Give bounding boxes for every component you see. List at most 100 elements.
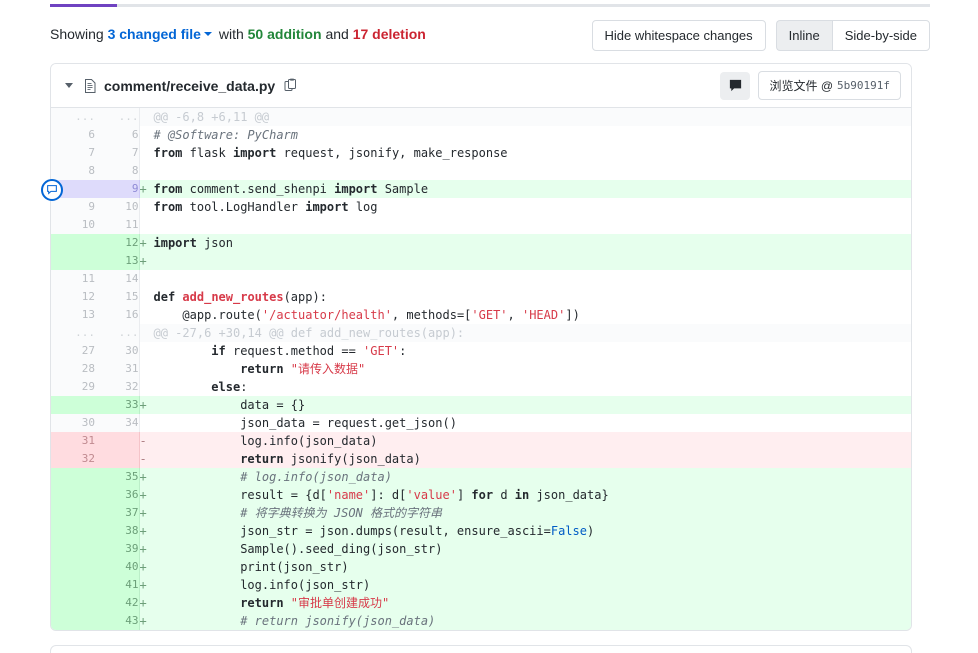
diff-line-content[interactable]: + from comment.send_shenpi import Sample: [139, 180, 911, 198]
line-number-old[interactable]: [51, 558, 95, 576]
line-number-old[interactable]: [51, 504, 95, 522]
line-number-old[interactable]: 27: [51, 342, 95, 360]
line-number-old[interactable]: [51, 486, 95, 504]
line-number-old[interactable]: 28: [51, 360, 95, 378]
line-number-old[interactable]: [51, 540, 95, 558]
hide-whitespace-button[interactable]: Hide whitespace changes: [591, 20, 766, 51]
inline-view-button[interactable]: Inline: [775, 20, 832, 51]
line-number-new[interactable]: 16: [95, 306, 140, 324]
line-number-old[interactable]: ...: [51, 108, 95, 126]
diff-line-content[interactable]: + data = {}: [139, 396, 911, 414]
line-number-new[interactable]: 30: [95, 342, 140, 360]
diff-line-add[interactable]: 40 + print(json_str): [51, 558, 911, 576]
diff-line-content[interactable]: @@ -6,8 +6,11 @@: [139, 108, 911, 126]
line-number-new[interactable]: 37: [95, 504, 140, 522]
diff-line-ctx[interactable]: 11 14: [51, 270, 911, 288]
diff-line-content[interactable]: if request.method == 'GET':: [139, 342, 911, 360]
diff-line-ctx[interactable]: 30 34 json_data = request.get_json(): [51, 414, 911, 432]
diff-line-content[interactable]: + # 将字典转换为 JSON 格式的字符串: [139, 504, 911, 522]
diff-line-content[interactable]: from tool.LogHandler import log: [139, 198, 911, 216]
line-number-old[interactable]: 29: [51, 378, 95, 396]
line-number-old[interactable]: 10: [51, 216, 95, 234]
line-number-old[interactable]: 30: [51, 414, 95, 432]
line-number-new[interactable]: 38: [95, 522, 140, 540]
line-number-new[interactable]: 35: [95, 468, 140, 486]
diff-line-content[interactable]: from flask import request, jsonify, make…: [139, 144, 911, 162]
diff-line-content[interactable]: + json_str = json.dumps(result, ensure_a…: [139, 522, 911, 540]
line-number-old[interactable]: [51, 522, 95, 540]
diff-line-content[interactable]: [139, 216, 911, 234]
line-number-new[interactable]: 39: [95, 540, 140, 558]
inline-comment-marker[interactable]: [41, 179, 63, 201]
diff-line-content[interactable]: + import json: [139, 234, 911, 252]
line-number-old[interactable]: 8: [51, 162, 95, 180]
line-number-old[interactable]: 32: [51, 450, 95, 468]
diff-line-ctx[interactable]: 10 11: [51, 216, 911, 234]
diff-line-content[interactable]: return "请传入数据": [139, 360, 911, 378]
diff-line-add[interactable]: 35 + # log.info(json_data): [51, 468, 911, 486]
line-number-new[interactable]: 14: [95, 270, 140, 288]
line-number-old[interactable]: 7: [51, 144, 95, 162]
diff-line-content[interactable]: - log.info(json_data): [139, 432, 911, 450]
browse-files-button[interactable]: 浏览文件 @ 5b90191f: [758, 71, 901, 100]
diff-line-ctx[interactable]: 6 6 # @Software: PyCharm: [51, 126, 911, 144]
diff-line-ctx[interactable]: 28 31 return "请传入数据": [51, 360, 911, 378]
diff-line-content[interactable]: [139, 270, 911, 288]
diff-line-ctx[interactable]: 29 32 else:: [51, 378, 911, 396]
line-number-old[interactable]: 9: [51, 198, 95, 216]
diff-line-add[interactable]: 36 + result = {d['name']: d['value'] for …: [51, 486, 911, 504]
line-number-new[interactable]: 33: [95, 396, 140, 414]
line-number-old[interactable]: [51, 612, 95, 630]
line-number-new[interactable]: 40: [95, 558, 140, 576]
line-number-new[interactable]: 7: [95, 144, 140, 162]
line-number-old[interactable]: [51, 396, 95, 414]
diff-line-add[interactable]: 37 + # 将字典转换为 JSON 格式的字符串: [51, 504, 911, 522]
diff-line-content[interactable]: + # log.info(json_data): [139, 468, 911, 486]
line-number-old[interactable]: [51, 594, 95, 612]
line-number-new[interactable]: 11: [95, 216, 140, 234]
diff-line-content[interactable]: def add_new_routes(app):: [139, 288, 911, 306]
diff-line-content[interactable]: + return "审批单创建成功": [139, 594, 911, 612]
diff-line-hunk[interactable]: ...... @@ -27,6 +30,14 @@ def add_new_rou…: [51, 324, 911, 342]
diff-line-add[interactable]: 41 + log.info(json_str): [51, 576, 911, 594]
diff-line-add[interactable]: 39 + Sample().seed_ding(json_str): [51, 540, 911, 558]
copy-path-icon[interactable]: [284, 78, 298, 94]
file-path[interactable]: comment/receive_data.py: [104, 78, 275, 94]
diff-line-add[interactable]: 42 + return "审批单创建成功": [51, 594, 911, 612]
diff-line-add[interactable]: 9 + from comment.send_shenpi import Sample: [51, 180, 911, 198]
line-number-new[interactable]: 15: [95, 288, 140, 306]
diff-line-content[interactable]: else:: [139, 378, 911, 396]
diff-line-content[interactable]: +: [139, 252, 911, 270]
diff-line-add[interactable]: 12 + import json: [51, 234, 911, 252]
line-number-new[interactable]: 43: [95, 612, 140, 630]
line-number-new[interactable]: ...: [95, 324, 140, 342]
diff-line-ctx[interactable]: 27 30 if request.method == 'GET':: [51, 342, 911, 360]
line-number-new[interactable]: 31: [95, 360, 140, 378]
line-number-new[interactable]: 12: [95, 234, 140, 252]
diff-line-del[interactable]: 32 - return jsonify(json_data): [51, 450, 911, 468]
diff-line-ctx[interactable]: 13 16 @app.route('/actuator/health', meth…: [51, 306, 911, 324]
diff-line-content[interactable]: @app.route('/actuator/health', methods=[…: [139, 306, 911, 324]
line-number-new[interactable]: 6: [95, 126, 140, 144]
line-number-old[interactable]: 12: [51, 288, 95, 306]
line-number-new[interactable]: 13: [95, 252, 140, 270]
line-number-new[interactable]: [95, 432, 140, 450]
diff-line-ctx[interactable]: 12 15 def add_new_routes(app):: [51, 288, 911, 306]
line-number-old[interactable]: [51, 576, 95, 594]
diff-line-ctx[interactable]: 9 10 from tool.LogHandler import log: [51, 198, 911, 216]
diff-line-content[interactable]: json_data = request.get_json(): [139, 414, 911, 432]
diff-line-ctx[interactable]: 7 7 from flask import request, jsonify, ma…: [51, 144, 911, 162]
line-number-new[interactable]: 8: [95, 162, 140, 180]
line-number-new[interactable]: 41: [95, 576, 140, 594]
line-number-new[interactable]: 9: [95, 180, 140, 198]
diff-line-add[interactable]: 33 + data = {}: [51, 396, 911, 414]
diff-line-content[interactable]: @@ -27,6 +30,14 @@ def add_new_routes(ap…: [139, 324, 911, 342]
chevron-down-icon[interactable]: [65, 83, 73, 88]
line-number-new[interactable]: 36: [95, 486, 140, 504]
comment-icon[interactable]: [720, 71, 751, 100]
diff-line-ctx[interactable]: 88: [51, 162, 911, 180]
line-number-old[interactable]: 6: [51, 126, 95, 144]
diff-line-content[interactable]: - return jsonify(json_data): [139, 450, 911, 468]
side-by-side-view-button[interactable]: Side-by-side: [831, 20, 930, 51]
diff-line-add[interactable]: 13 +: [51, 252, 911, 270]
